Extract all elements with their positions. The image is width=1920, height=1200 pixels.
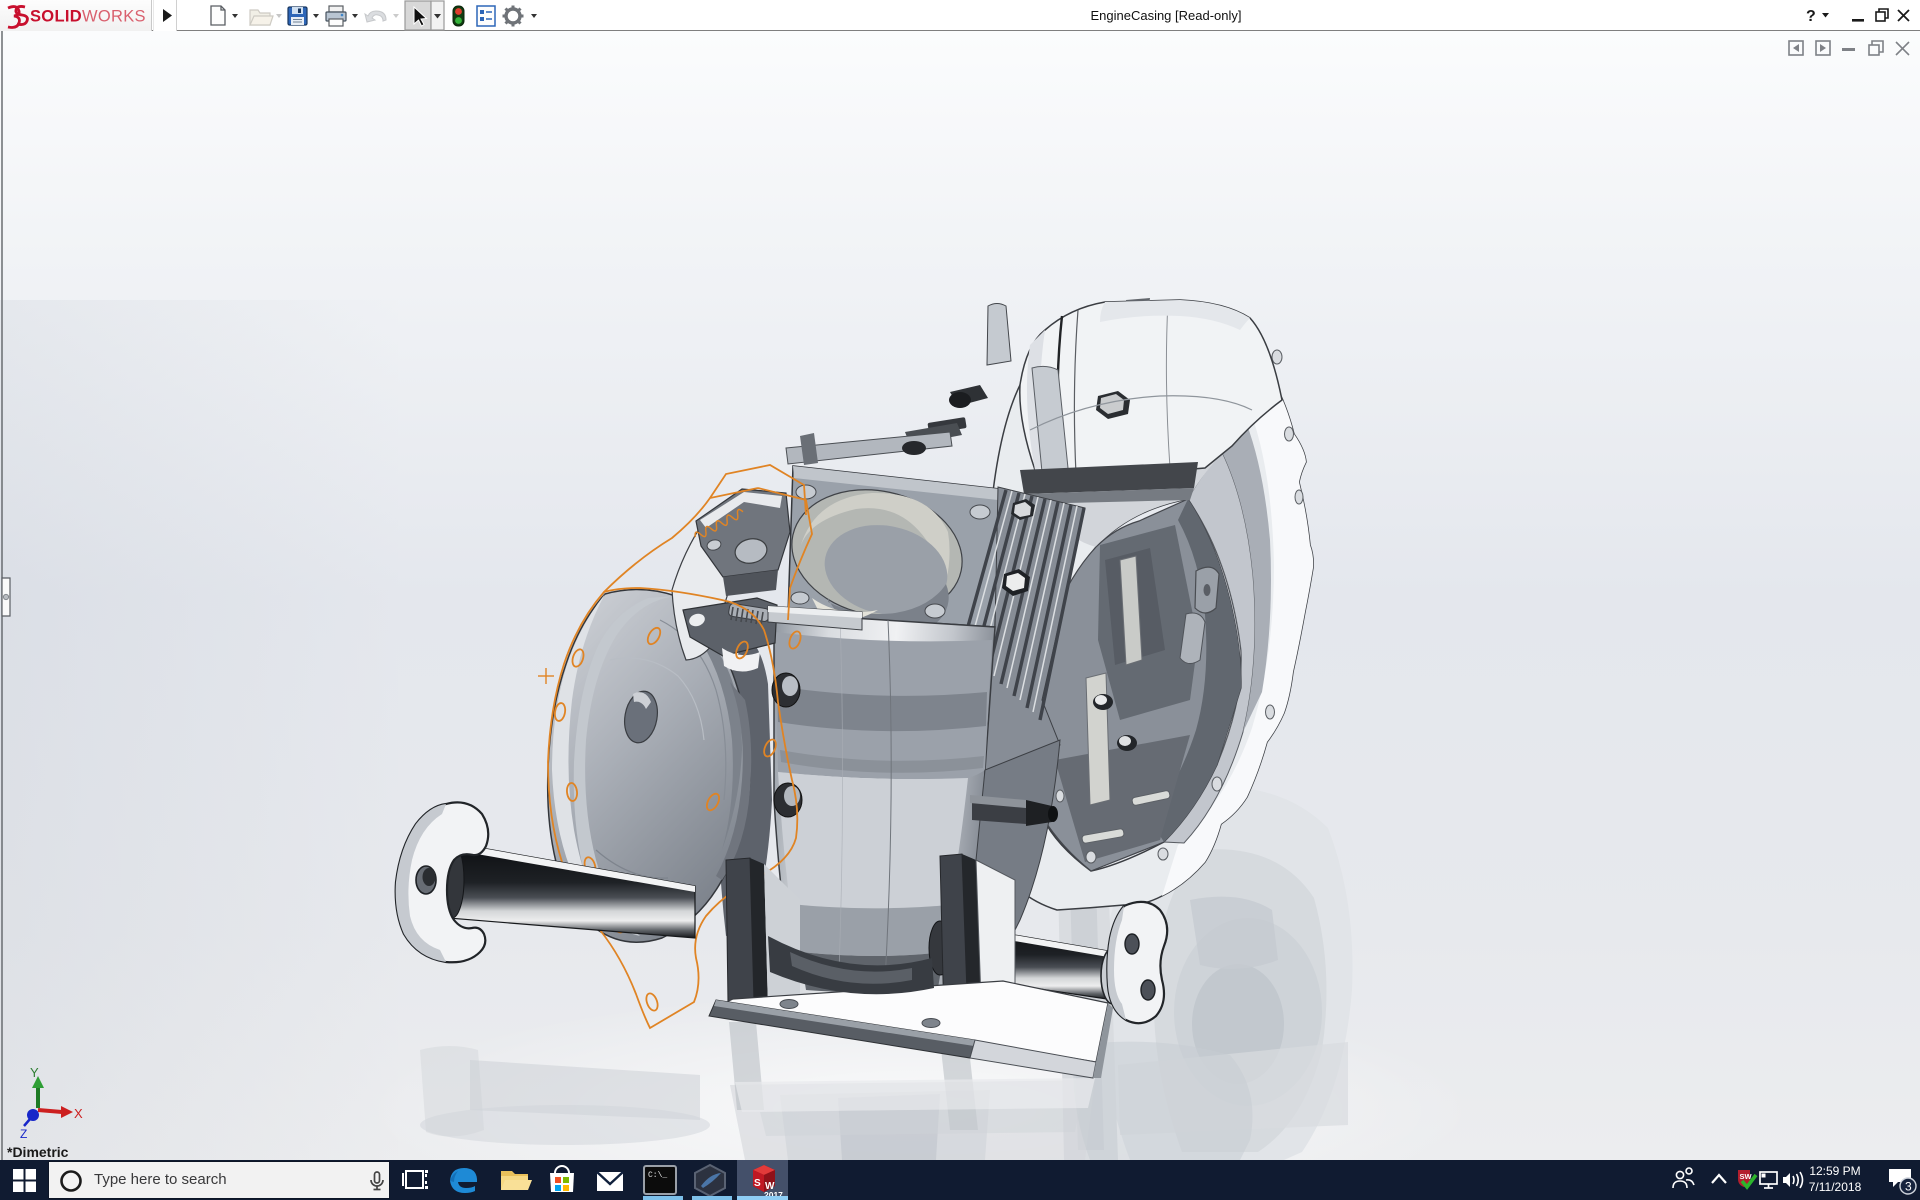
svg-text:3: 3 [1905, 1180, 1912, 1194]
svg-text:?: ? [1806, 8, 1816, 25]
svg-text:*Dimetric: *Dimetric [7, 1144, 69, 1160]
svg-text:S: S [754, 1178, 761, 1189]
svg-text:X: X [74, 1106, 83, 1121]
svg-text:C:\_: C:\_ [648, 1171, 667, 1180]
svg-text:WORKS: WORKS [82, 8, 146, 26]
svg-text:Z: Z [20, 1127, 27, 1141]
svg-text:SOLID: SOLID [30, 8, 82, 26]
